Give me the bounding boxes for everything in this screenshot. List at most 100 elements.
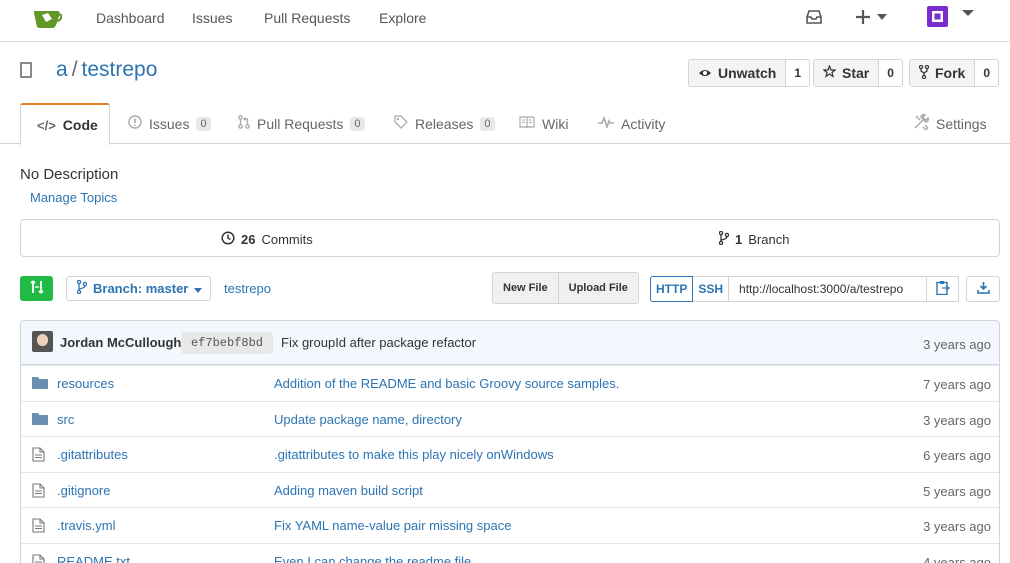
file-name-link[interactable]: README.txt [57,554,130,563]
fork-button-group: Fork 0 [909,59,1000,87]
file-text-icon [32,482,45,501]
table-row: src Update package name, directory 3 yea… [21,400,999,437]
gitea-logo-icon[interactable] [32,6,63,30]
file-name-link[interactable]: resources [57,376,114,391]
http-clone-button[interactable]: HTTP [650,276,694,302]
nav-explore[interactable]: Explore [379,10,426,26]
download-button[interactable] [966,276,1000,302]
tab-pull-requests[interactable]: Pull Requests 0 [238,103,365,144]
file-commit-link[interactable]: Even I can change the readme file [274,554,471,563]
repo-tabs: </> Code Issues 0 Pull Requests 0 Releas… [0,103,1010,145]
tab-activity[interactable]: Activity [598,103,665,144]
pulse-icon [598,115,614,131]
clone-url-input[interactable] [729,276,928,302]
repo-title: a / testrepo [56,58,157,82]
fork-count[interactable]: 0 [974,60,999,86]
star-label: Star [842,65,870,81]
table-row: .gitattributes .gitattributes to make th… [21,436,999,472]
tab-releases-label: Releases [415,115,474,132]
nav-dashboard[interactable]: Dashboard [96,10,165,26]
tab-releases-count: 0 [480,116,495,131]
file-time: 3 years ago [923,519,991,534]
nav-pull-requests[interactable]: Pull Requests [264,10,350,26]
fork-button[interactable]: Fork [910,60,975,86]
file-time: 3 years ago [923,412,991,428]
commit-sha-button[interactable]: ef7bebf8bd [181,332,274,354]
file-commit-link[interactable]: Fix YAML name-value pair missing space [274,518,511,533]
unwatch-label: Unwatch [718,65,777,81]
fork-icon [918,64,930,82]
folder-icon [32,376,48,392]
tab-code-label: Code [62,117,98,133]
table-row: README.txt Even I can change the readme … [21,542,999,563]
tab-pulls-count: 0 [350,116,365,131]
breadcrumb-repo[interactable]: testrepo [224,281,271,296]
repo-description: No Description [20,166,119,183]
inbox-icon[interactable] [806,9,822,28]
star-button[interactable]: Star [814,60,879,86]
clippy-icon [935,280,950,298]
file-commit-link[interactable]: Update package name, directory [274,412,462,427]
repo-icon [20,62,32,78]
file-name-link[interactable]: src [57,412,74,427]
watch-count[interactable]: 1 [785,60,810,86]
star-icon [822,64,837,81]
tab-issues[interactable]: Issues 0 [128,103,211,144]
file-time: 6 years ago [923,448,991,463]
commit-time: 3 years ago [923,337,991,352]
file-name-link[interactable]: .gitattributes [57,447,128,462]
manage-topics-link[interactable]: Manage Topics [30,190,117,205]
file-name-link[interactable]: .gitignore [57,483,110,498]
file-actions-group: New File Upload File [492,272,639,304]
unwatch-button[interactable]: Unwatch [689,60,786,86]
branch-label: Branch [748,232,790,247]
ssh-clone-button[interactable]: SSH [693,276,730,302]
git-branch-icon [718,230,730,248]
folder-icon [32,412,48,428]
caret-down-icon [194,281,203,296]
tools-icon [913,114,929,133]
create-plus-icon[interactable] [856,7,890,30]
file-text-icon [32,447,45,465]
nav-issues[interactable]: Issues [192,10,232,26]
file-text-icon [32,518,45,536]
repo-owner-link[interactable]: a [56,58,68,81]
repo-stats-bar: 26 Commits 1 Branch [20,219,1000,257]
file-time: 5 years ago [923,483,991,499]
user-avatar-icon[interactable] [926,5,974,32]
compare-button[interactable] [20,276,53,301]
star-count[interactable]: 0 [878,60,902,86]
repo-name-link[interactable]: testrepo [82,58,158,81]
branch-count: 1 [735,232,743,247]
download-icon [976,281,990,297]
commits-stat[interactable]: 26 Commits [221,231,313,248]
table-row: .gitignore Adding maven build script 5 y… [21,471,999,508]
branches-stat[interactable]: 1 Branch [718,230,790,248]
upload-file-button[interactable]: Upload File [557,273,638,303]
book-icon [519,115,535,132]
clone-url-group: HTTP SSH [650,276,960,302]
commits-label: Commits [261,232,313,247]
copy-clone-url-button[interactable] [927,276,960,302]
file-name-link[interactable]: .travis.yml [57,518,116,533]
file-table: Jordan McCullough ef7bebf8bd Fix groupId… [20,320,1000,563]
tab-wiki[interactable]: Wiki [519,103,568,144]
latest-commit-row: Jordan McCullough ef7bebf8bd Fix groupId… [21,321,999,365]
file-time: 4 years ago [923,554,991,563]
author-avatar[interactable] [32,331,53,352]
file-commit-link[interactable]: .gitattributes to make this play nicely … [274,447,554,462]
tab-code[interactable]: </> Code [20,103,110,145]
git-compare-icon [29,279,45,298]
commit-author[interactable]: Jordan McCullough [60,335,181,350]
tab-settings[interactable]: Settings [913,103,987,144]
file-commit-link[interactable]: Addition of the README and basic Groovy … [274,376,619,391]
tab-releases[interactable]: Releases 0 [394,103,495,144]
star-button-group: Star 0 [813,59,903,87]
tab-issues-label: Issues [149,115,190,132]
file-commit-link[interactable]: Adding maven build script [274,483,423,498]
tab-activity-label: Activity [621,115,666,132]
new-file-button[interactable]: New File [493,273,558,303]
tab-wiki-label: Wiki [542,115,569,132]
branch-dropdown[interactable]: Branch: master [66,276,211,301]
fork-label: Fork [935,65,966,81]
